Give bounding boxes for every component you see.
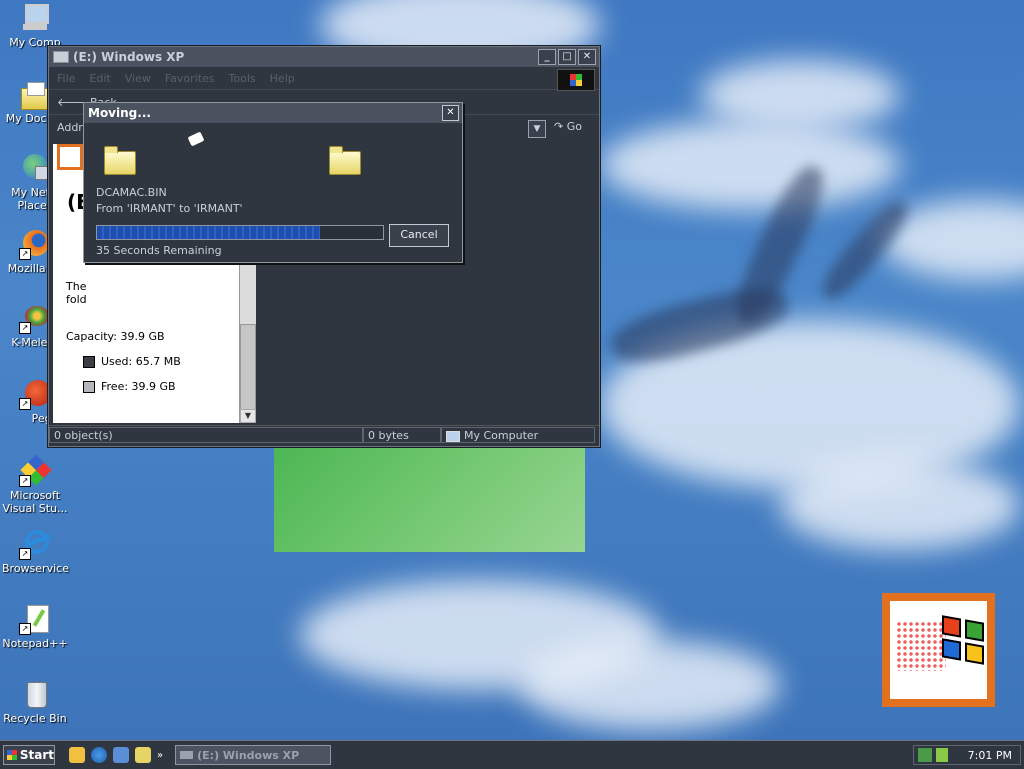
windows-flag-icon	[557, 69, 595, 91]
desktop-icon-recycle-bin[interactable]: Recycle Bin	[0, 678, 70, 725]
minimize-button[interactable]: _	[538, 49, 556, 65]
description-line: fold	[66, 293, 87, 306]
menu-favorites[interactable]: Favorites	[165, 72, 215, 85]
maximize-button[interactable]: □	[558, 49, 576, 65]
moving-filename: DCAMAC.BIN	[96, 186, 167, 199]
used-swatch	[83, 356, 95, 368]
close-button[interactable]: ✕	[578, 49, 596, 65]
shortcut-arrow-icon: ↗	[19, 322, 31, 334]
ie-icon: ↗	[19, 528, 52, 560]
address-dropdown-button[interactable]: ▼	[528, 120, 546, 138]
taskbar: Start » (E:) Windows XP 7:01 PM	[0, 740, 1024, 769]
ie-quicklaunch-icon[interactable]	[91, 747, 107, 763]
tray-app-icon[interactable]	[936, 748, 948, 762]
windows-logo-icon	[7, 750, 17, 760]
scroll-down-arrow[interactable]: ▼	[240, 409, 256, 423]
dialog-close-button[interactable]: ✕	[442, 105, 459, 121]
visual-studio-icon: ↗	[19, 454, 52, 487]
menu-tools[interactable]: Tools	[229, 72, 256, 85]
flying-document-icon	[187, 131, 205, 147]
moving-from-to: From 'IRMANT' to 'IRMANT'	[96, 202, 243, 215]
desktop-icon-label: Visual Stu...	[2, 502, 68, 515]
status-size: 0 bytes	[363, 427, 441, 443]
windows-logo-image	[882, 593, 995, 707]
dialog-title: Moving...	[88, 106, 151, 120]
window-title: (E:) Windows XP	[73, 50, 185, 64]
desktop-icon-notepadpp[interactable]: ↗ Notepad++	[0, 603, 70, 650]
status-bar: 0 object(s) 0 bytes My Computer	[49, 425, 599, 446]
explorer-quicklaunch-icon[interactable]	[135, 747, 151, 763]
media-player-icon[interactable]	[113, 747, 129, 763]
used-legend: Used: 65.7 MB	[83, 355, 181, 368]
recycle-bin-icon	[19, 678, 51, 710]
desktop-icon-label: Browservice	[2, 562, 69, 575]
kmeleon-icon: ↗	[19, 302, 51, 334]
free-swatch	[83, 381, 95, 393]
desktop-icon-browservice[interactable]: ↗ Browservice	[0, 528, 70, 575]
scroll-thumb[interactable]	[240, 324, 256, 414]
system-tray: 7:01 PM	[913, 745, 1021, 765]
desktop-icon-visual-studio[interactable]: ↗ Microsoft Visual Stu...	[0, 454, 70, 515]
time-remaining: 35 Seconds Remaining	[96, 244, 222, 257]
status-objects: 0 object(s)	[49, 427, 363, 443]
notepadpp-icon: ↗	[19, 603, 51, 635]
clock[interactable]: 7:01 PM	[968, 749, 1012, 762]
menu-view[interactable]: View	[125, 72, 151, 85]
menu-help[interactable]: Help	[270, 72, 295, 85]
go-button[interactable]: ↷ Go	[554, 120, 582, 133]
shortcut-arrow-icon: ↗	[19, 623, 31, 635]
move-progress-bar	[96, 225, 384, 240]
cancel-button[interactable]: Cancel	[389, 224, 449, 247]
dialog-titlebar[interactable]: Moving... ✕	[84, 103, 462, 123]
computer-small-icon	[446, 430, 460, 442]
show-desktop-icon[interactable]	[69, 747, 85, 763]
computer-icon	[19, 2, 51, 34]
desktop-icon-label: Recycle Bin	[3, 712, 67, 725]
desktop-icon-label: Notepad++	[2, 637, 68, 650]
menu-edit[interactable]: Edit	[89, 72, 110, 85]
capacity-text: Capacity: 39.9 GB	[66, 330, 165, 343]
desktop-icon-my-computer[interactable]: My Comp	[0, 2, 70, 49]
shortcut-arrow-icon: ↗	[19, 475, 31, 487]
pegasus-icon: ↗	[19, 378, 51, 410]
start-button[interactable]: Start	[3, 745, 55, 765]
shortcut-arrow-icon: ↗	[19, 248, 31, 260]
folder-documents-icon	[19, 78, 51, 110]
drive-icon	[53, 51, 69, 63]
moving-dialog[interactable]: Moving... ✕ DCAMAC.BIN From 'IRMANT' to …	[83, 102, 463, 263]
wallpaper-green-area	[274, 447, 585, 552]
quicklaunch-overflow-chevron-icon[interactable]: »	[157, 750, 163, 761]
taskbar-window-button[interactable]: (E:) Windows XP	[175, 745, 332, 765]
quick-launch: »	[69, 747, 163, 763]
free-legend: Free: 39.9 GB	[83, 380, 176, 393]
drive-large-icon	[57, 144, 83, 170]
tray-network-icon[interactable]	[918, 748, 932, 762]
status-location: My Computer	[441, 427, 595, 443]
menu-bar: File Edit View Favorites Tools Help	[49, 67, 599, 91]
explorer-titlebar[interactable]: (E:) Windows XP _ □ ✕	[49, 47, 599, 67]
drive-small-icon	[180, 751, 194, 759]
description-line: The	[66, 280, 87, 293]
source-folder-icon	[104, 146, 136, 175]
progress-fill	[97, 226, 321, 239]
destination-folder-icon	[329, 146, 361, 175]
menu-file[interactable]: File	[57, 72, 75, 85]
desktop-icon-label: Microsoft	[9, 489, 61, 502]
network-icon	[19, 152, 51, 184]
firefox-icon: ↗	[19, 228, 51, 260]
shortcut-arrow-icon: ↗	[19, 398, 31, 410]
shortcut-arrow-icon: ↗	[19, 548, 31, 560]
